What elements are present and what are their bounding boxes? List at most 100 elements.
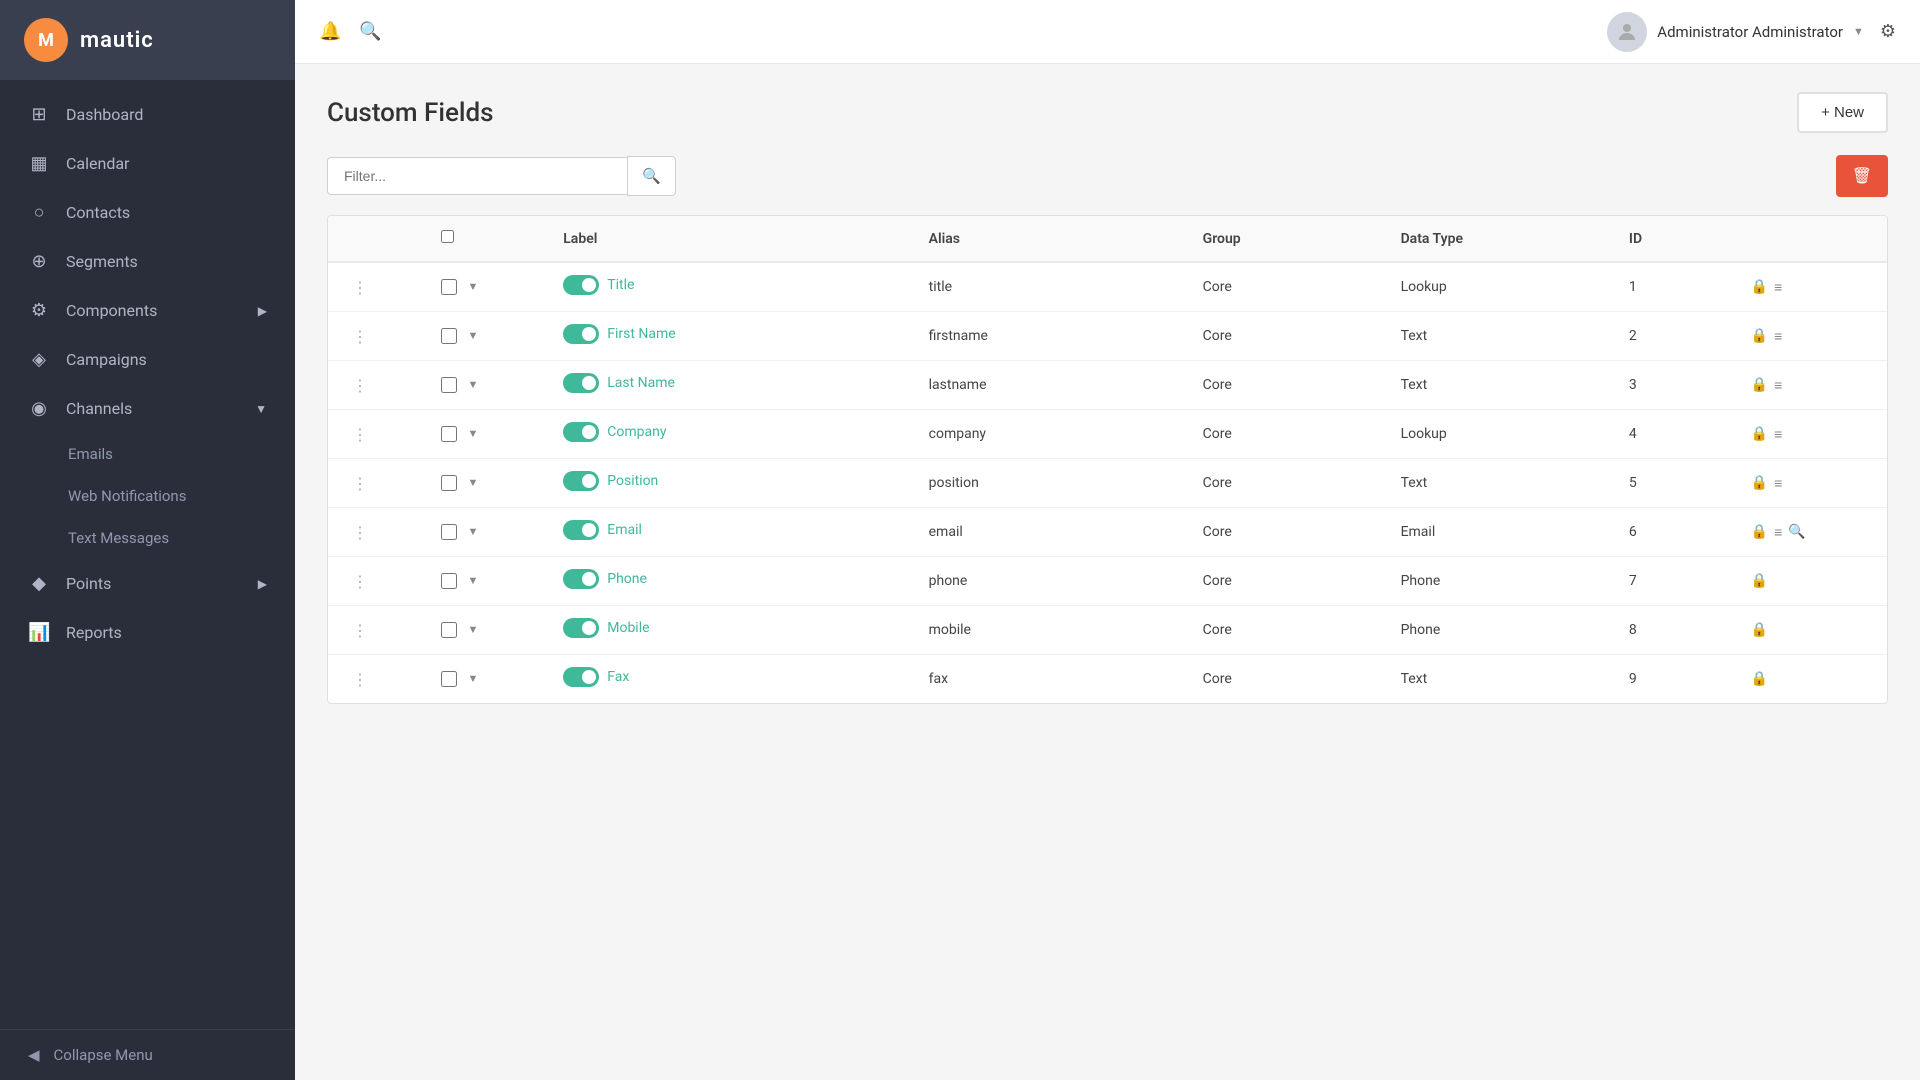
campaigns-icon: ◈ — [28, 349, 50, 370]
row-chevron-button[interactable]: ▼ — [463, 426, 482, 442]
drag-handle-icon[interactable]: ⋮ — [344, 523, 376, 542]
list-icon[interactable]: ≡ — [1774, 377, 1782, 394]
actions-cell: 🔒 — [1735, 606, 1887, 655]
row-checkbox[interactable] — [441, 328, 457, 344]
drag-handle-icon[interactable]: ⋮ — [344, 572, 376, 591]
col-label-header: Label — [547, 216, 912, 262]
col-drag — [328, 216, 425, 262]
sidebar-item-components[interactable]: ⚙ Components ▶ — [0, 286, 295, 335]
sidebar-item-segments[interactable]: ⊕ Segments — [0, 237, 295, 286]
table-row: ⋮ ▼ Last Name lastname Core Text 3 🔒≡ — [328, 361, 1887, 410]
field-label[interactable]: First Name — [607, 326, 675, 342]
logo-icon: M — [24, 18, 68, 62]
field-label[interactable]: Fax — [607, 669, 629, 685]
field-label[interactable]: Company — [607, 424, 666, 440]
field-label[interactable]: Phone — [607, 571, 647, 587]
topbar-right: Administrator Administrator ▼ ⚙ — [1607, 12, 1896, 52]
drag-handle-icon[interactable]: ⋮ — [344, 376, 376, 395]
field-label[interactable]: Position — [607, 473, 658, 489]
row-chevron-button[interactable]: ▼ — [463, 279, 482, 295]
bell-icon[interactable]: 🔔 — [319, 21, 341, 42]
sidebar-item-emails[interactable]: Emails — [0, 433, 295, 475]
topbar: 🔔 🔍 Administrator Administrator ▼ ⚙ — [295, 0, 1920, 64]
sidebar-item-points[interactable]: ◆ Points ▶ — [0, 559, 295, 608]
list-icon[interactable]: ≡ — [1774, 328, 1782, 345]
sidebar-item-campaigns[interactable]: ◈ Campaigns — [0, 335, 295, 384]
row-chevron-button[interactable]: ▼ — [463, 622, 482, 638]
sidebar-item-text-messages[interactable]: Text Messages — [0, 517, 295, 559]
group-cell: Core — [1187, 606, 1385, 655]
filter-input[interactable] — [327, 157, 627, 195]
list-icon[interactable]: ≡ — [1774, 426, 1782, 443]
list-icon[interactable]: ≡ — [1774, 279, 1782, 296]
sidebar-sub-label: Emails — [68, 445, 113, 463]
id-cell: 8 — [1613, 606, 1735, 655]
row-checkbox-cell: ▼ — [425, 361, 547, 410]
drag-handle-icon[interactable]: ⋮ — [344, 474, 376, 493]
drag-handle-icon[interactable]: ⋮ — [344, 278, 376, 297]
row-chevron-button[interactable]: ▼ — [463, 524, 482, 540]
toggle-switch[interactable] — [563, 275, 599, 295]
toggle-switch[interactable] — [563, 667, 599, 687]
group-cell: Core — [1187, 312, 1385, 361]
drag-handle-icon[interactable]: ⋮ — [344, 425, 376, 444]
drag-handle-icon[interactable]: ⋮ — [344, 327, 376, 346]
drag-handle-icon[interactable]: ⋮ — [344, 670, 376, 689]
filter-search-button[interactable]: 🔍 — [627, 156, 676, 196]
row-checkbox[interactable] — [441, 622, 457, 638]
sidebar-item-contacts[interactable]: ○ Contacts — [0, 188, 295, 237]
settings-icon[interactable]: ⚙ — [1880, 21, 1896, 42]
row-chevron-button[interactable]: ▼ — [463, 328, 482, 344]
drag-handle-icon[interactable]: ⋮ — [344, 621, 376, 640]
sidebar-item-web-notifications[interactable]: Web Notifications — [0, 475, 295, 517]
row-checkbox[interactable] — [441, 671, 457, 687]
user-menu[interactable]: Administrator Administrator ▼ — [1607, 12, 1864, 52]
search-icon[interactable]: 🔍 — [1788, 524, 1805, 540]
select-all-checkbox[interactable] — [441, 230, 454, 243]
id-cell: 3 — [1613, 361, 1735, 410]
group-cell: Core — [1187, 262, 1385, 312]
sidebar-item-reports[interactable]: 📊 Reports — [0, 608, 295, 657]
row-chevron-button[interactable]: ▼ — [463, 377, 482, 393]
collapse-arrow-icon: ◀ — [28, 1046, 40, 1064]
label-cell: First Name — [547, 312, 912, 361]
row-checkbox[interactable] — [441, 475, 457, 491]
list-icon[interactable]: ≡ — [1774, 524, 1782, 541]
sidebar-item-channels[interactable]: ◉ Channels ▼ — [0, 384, 295, 433]
sidebar-item-label: Reports — [66, 623, 122, 642]
toggle-switch[interactable] — [563, 520, 599, 540]
sidebar-item-calendar[interactable]: ▦ Calendar — [0, 139, 295, 188]
row-checkbox[interactable] — [441, 377, 457, 393]
sidebar-item-dashboard[interactable]: ⊞ Dashboard — [0, 90, 295, 139]
row-chevron-button[interactable]: ▼ — [463, 573, 482, 589]
row-checkbox-cell: ▼ — [425, 410, 547, 459]
list-icon[interactable]: ≡ — [1774, 475, 1782, 492]
row-checkbox-cell: ▼ — [425, 459, 547, 508]
field-label[interactable]: Email — [607, 522, 642, 538]
toggle-switch[interactable] — [563, 422, 599, 442]
col-actions-header — [1735, 216, 1887, 262]
row-checkbox[interactable] — [441, 279, 457, 295]
row-checkbox[interactable] — [441, 426, 457, 442]
custom-fields-table: Label Alias Group Data Type ID ⋮ ▼ — [327, 215, 1888, 704]
collapse-menu-button[interactable]: ◀ Collapse Menu — [0, 1029, 295, 1080]
toggle-switch[interactable] — [563, 373, 599, 393]
new-button[interactable]: + New — [1797, 92, 1888, 133]
drag-handle-cell: ⋮ — [328, 312, 425, 361]
toggle-switch[interactable] — [563, 471, 599, 491]
toggle-switch[interactable] — [563, 324, 599, 344]
table-row: ⋮ ▼ Title title Core Lookup 1 🔒≡ — [328, 262, 1887, 312]
sidebar-nav: ⊞ Dashboard ▦ Calendar ○ Contacts ⊕ Segm… — [0, 80, 295, 1029]
field-label[interactable]: Mobile — [607, 620, 649, 636]
field-label[interactable]: Title — [607, 277, 634, 293]
actions-cell: 🔒≡ — [1735, 361, 1887, 410]
row-chevron-button[interactable]: ▼ — [463, 475, 482, 491]
search-icon[interactable]: 🔍 — [359, 21, 381, 42]
row-checkbox[interactable] — [441, 524, 457, 540]
field-label[interactable]: Last Name — [607, 375, 675, 391]
delete-button[interactable]: 🗑 — [1836, 155, 1888, 197]
toggle-switch[interactable] — [563, 618, 599, 638]
toggle-switch[interactable] — [563, 569, 599, 589]
row-chevron-button[interactable]: ▼ — [463, 671, 482, 687]
row-checkbox[interactable] — [441, 573, 457, 589]
